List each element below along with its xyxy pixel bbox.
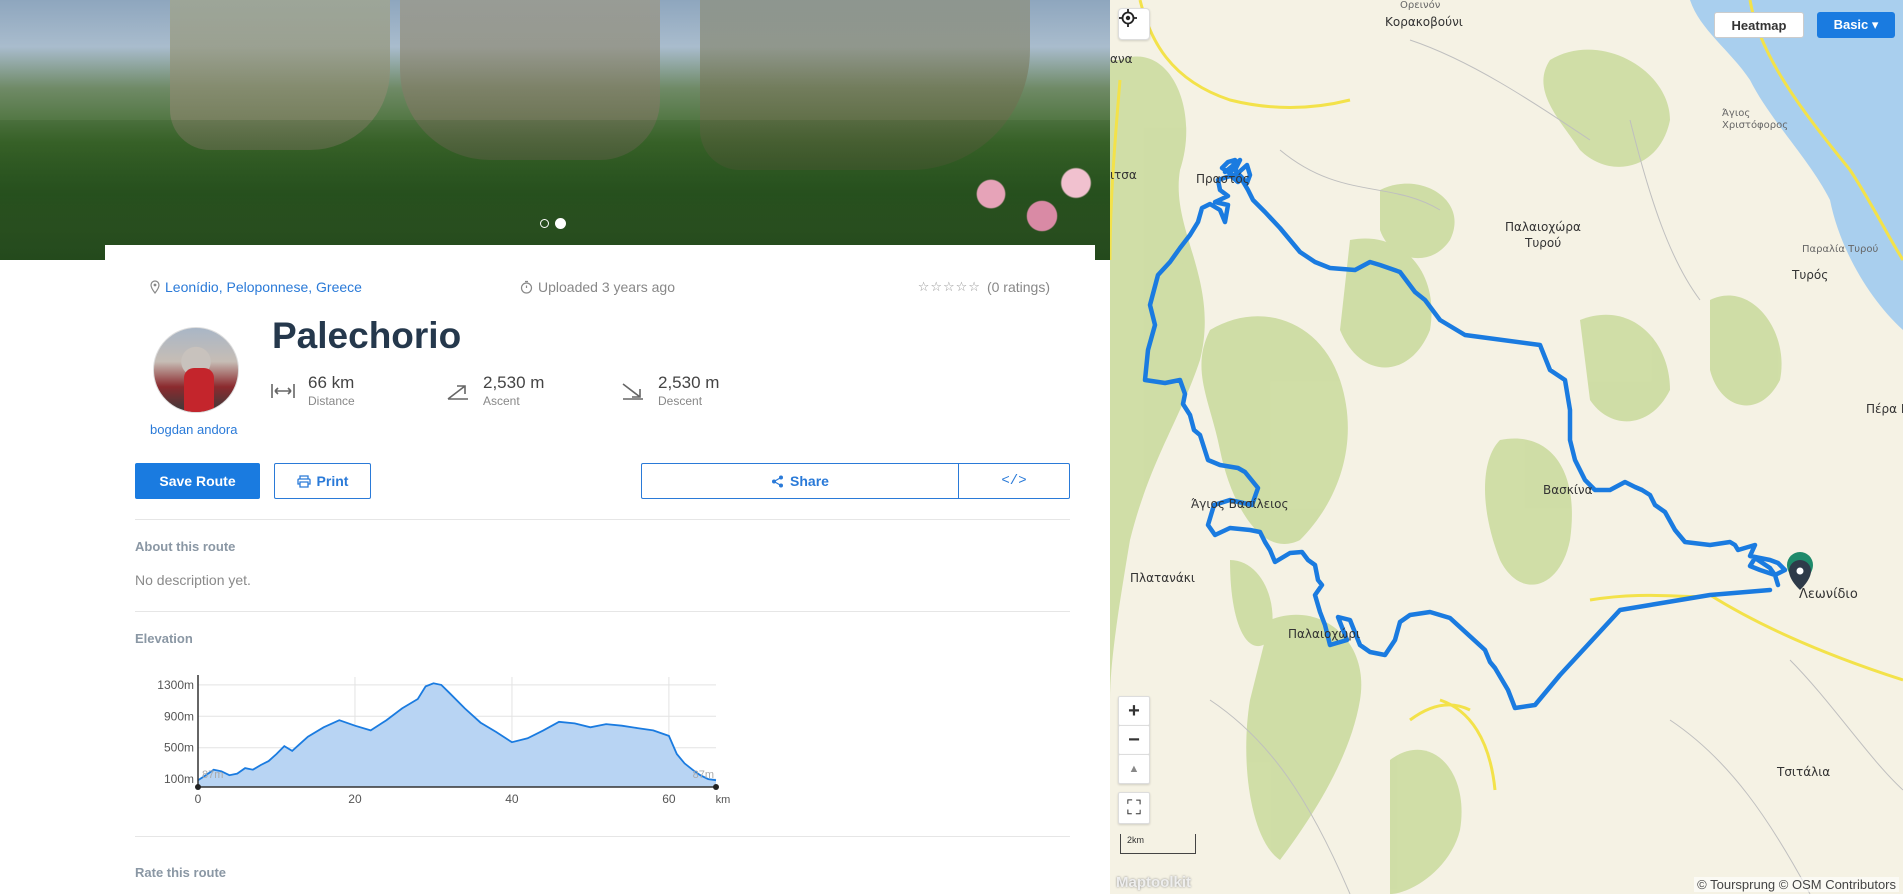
- elevation-heading: Elevation: [135, 631, 193, 646]
- elevation-chart[interactable]: 100m 500m 900m 1300m 0 20 40 60 km 87m 87m: [135, 667, 755, 817]
- place-label: Πλατανάκι: [1130, 571, 1195, 585]
- place-label: Παλαιοχώρι: [1288, 627, 1361, 641]
- distance-value: 66 km: [308, 373, 355, 392]
- place-label: Παραλία Τυρού: [1802, 244, 1879, 255]
- place-label: Τσιτάλια: [1777, 765, 1831, 779]
- divider: [135, 519, 1070, 520]
- elevation-area: [198, 683, 716, 787]
- share-icon: [772, 475, 784, 487]
- x-axis-unit: km: [716, 794, 731, 806]
- author-link[interactable]: bogdan andora: [150, 422, 237, 437]
- stat-distance: 66 km Distance: [270, 373, 355, 408]
- place-label: Άγιος: [1722, 108, 1751, 119]
- map-attribution[interactable]: © Toursprung © OSM Contributors: [1694, 877, 1899, 892]
- about-text: No description yet.: [135, 572, 251, 588]
- place-label: Κορακοβούνι: [1385, 15, 1463, 29]
- ascent-icon: [447, 385, 468, 400]
- route-meta: Leonídio, Peloponnese, Greece Uploaded 3…: [150, 279, 1050, 299]
- rating-summary: ☆☆☆☆☆ (0 ratings): [918, 279, 1050, 295]
- map-pin-icon: [150, 280, 160, 294]
- share-label: Share: [790, 473, 829, 489]
- descent-value: 2,530 m: [658, 373, 720, 392]
- x-tick-label: 20: [348, 792, 362, 806]
- end-point: [713, 784, 719, 790]
- print-button[interactable]: Print: [274, 463, 371, 499]
- print-label: Print: [316, 473, 349, 489]
- x-tick-label: 60: [662, 792, 676, 806]
- photo-flowers: [940, 150, 1110, 260]
- place-label: Παλαιοχώρα: [1505, 220, 1581, 234]
- place-label: Χριστόφορος: [1722, 120, 1789, 131]
- route-start-marker-icon: [1787, 552, 1813, 590]
- zoom-out-button[interactable]: −: [1118, 725, 1150, 755]
- y-tick-label: 1300m: [157, 678, 194, 692]
- place-label: Τυρός: [1792, 268, 1829, 282]
- save-route-button[interactable]: Save Route: [135, 463, 260, 499]
- location-link[interactable]: Leonídio, Peloponnese, Greece: [150, 279, 362, 295]
- divider: [135, 611, 1070, 612]
- stat-descent: 2,530 m Descent: [620, 373, 719, 408]
- place-label: ανα: [1110, 52, 1133, 66]
- carousel-dot-active[interactable]: [555, 218, 566, 229]
- printer-icon: [296, 474, 311, 488]
- embed-button[interactable]: </>: [958, 463, 1070, 499]
- place-label: Βασκίνα: [1543, 483, 1593, 497]
- descent-icon: [622, 383, 643, 400]
- distance-label: Distance: [308, 394, 355, 408]
- avatar[interactable]: [153, 327, 239, 413]
- fullscreen-button[interactable]: ⛶: [1118, 792, 1150, 824]
- end-elevation-label: 87m: [693, 769, 714, 781]
- route-detail-panel: Leonídio, Peloponnese, Greece Uploaded 3…: [0, 0, 1110, 894]
- y-tick-label: 500m: [164, 741, 194, 755]
- start-point: [195, 784, 201, 790]
- location-text[interactable]: Leonídio, Peloponnese, Greece: [165, 279, 362, 295]
- y-tick-label: 900m: [164, 709, 194, 723]
- start-elevation-label: 87m: [202, 769, 223, 781]
- x-tick-label: 40: [505, 792, 519, 806]
- ascent-value: 2,530 m: [483, 373, 545, 392]
- route-photo-carousel[interactable]: [0, 0, 1110, 260]
- zoom-in-button[interactable]: +: [1118, 696, 1150, 726]
- descent-label: Descent: [658, 394, 703, 408]
- route-card: Leonídio, Peloponnese, Greece Uploaded 3…: [105, 245, 1095, 894]
- maptoolkit-logo: Maptoolkit: [1116, 874, 1191, 891]
- upload-info: Uploaded 3 years ago: [520, 279, 675, 295]
- divider: [135, 836, 1070, 837]
- share-button[interactable]: Share: [641, 463, 959, 499]
- about-heading: About this route: [135, 539, 236, 554]
- distance-icon: [271, 384, 295, 398]
- place-label: Άγιος Βασίλειος: [1191, 497, 1289, 511]
- page-title: Palechorio: [272, 315, 462, 356]
- place-label-leonidio: Λεωνίδιο: [1799, 587, 1858, 602]
- place-label: Πραστός: [1196, 172, 1250, 186]
- rating-count: (0 ratings): [986, 279, 1050, 295]
- crosshair-icon: [1119, 9, 1137, 27]
- place-label: Ορεινόν: [1400, 0, 1441, 11]
- locate-button[interactable]: [1118, 8, 1150, 40]
- upload-text: Uploaded 3 years ago: [538, 279, 675, 295]
- compass-button[interactable]: ▲: [1118, 754, 1150, 784]
- route-map[interactable]: Ορεινόν Κορακοβούνι Πραστός Παλαιοχώρα Τ…: [1110, 0, 1903, 894]
- map-style-dropdown[interactable]: Basic ▾: [1817, 12, 1895, 38]
- place-label: ιτσα: [1110, 168, 1137, 182]
- map-scale: 2km: [1120, 834, 1196, 854]
- x-tick-label: 0: [195, 792, 202, 806]
- stopwatch-icon: [520, 280, 533, 294]
- carousel-dots: [540, 218, 566, 229]
- ascent-label: Ascent: [483, 394, 520, 408]
- carousel-dot[interactable]: [540, 219, 549, 228]
- heatmap-button[interactable]: Heatmap: [1714, 12, 1804, 38]
- stat-ascent: 2,530 m Ascent: [445, 373, 544, 408]
- place-label: Πέρα Μ: [1866, 402, 1903, 416]
- rate-heading: Rate this route: [135, 865, 227, 880]
- map-canvas[interactable]: [1110, 0, 1903, 894]
- place-label: Τυρού: [1525, 236, 1562, 250]
- y-tick-label: 100m: [164, 772, 194, 786]
- rating-stars-icon: ☆☆☆☆☆: [917, 279, 981, 294]
